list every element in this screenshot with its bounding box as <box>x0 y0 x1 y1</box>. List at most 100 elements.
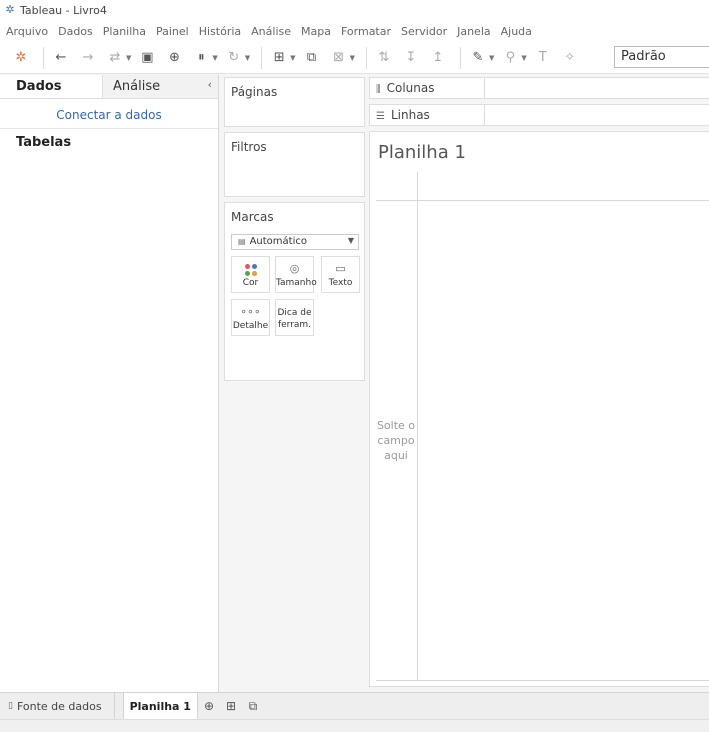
menu-mapa[interactable]: Mapa <box>301 25 331 38</box>
size-icon: ◎ <box>289 262 300 275</box>
menu-ajuda[interactable]: Ajuda <box>501 25 532 38</box>
sort-descending-icon[interactable]: ↥ <box>427 47 449 69</box>
chevron-down-icon: ▼ <box>347 236 354 245</box>
pin-axes-icon[interactable]: ✧ <box>559 47 581 69</box>
swap-rows-columns-icon[interactable]: ⇅ <box>373 47 395 69</box>
save-icon[interactable]: ▣ <box>136 47 158 69</box>
pages-card[interactable]: Páginas <box>224 77 365 127</box>
marks-card-title: Marcas <box>231 210 274 224</box>
tables-heading: Tabelas <box>16 135 72 150</box>
chevron-down-icon[interactable]: ▼ <box>212 54 217 62</box>
status-bar <box>0 719 709 732</box>
menu-analise[interactable]: Análise <box>251 25 291 38</box>
detail-icon: ∘∘∘ <box>240 305 261 318</box>
sheet-tabs-bar: ▯ Fonte de dados Planilha 1 ⊕ ⊞ ⧉ <box>0 692 709 719</box>
toolbar-separator <box>459 46 461 69</box>
menu-planilha[interactable]: Planilha <box>103 25 146 38</box>
new-data-source-icon[interactable]: ⊕ <box>163 47 185 69</box>
chevron-down-icon[interactable]: ▼ <box>350 54 355 62</box>
sheet-title[interactable]: Planilha 1 <box>378 142 466 163</box>
columns-shelf-label: ⫼ Colunas <box>370 78 485 98</box>
columns-shelf-text: Colunas <box>386 81 435 95</box>
highlight-icon[interactable]: ✎ <box>467 47 489 69</box>
rows-shelf[interactable]: ☰ Linhas <box>369 104 709 126</box>
drop-hint-line-2: campo <box>377 434 415 447</box>
toolbar-separator <box>365 46 367 69</box>
new-worksheet-icon[interactable]: ⊕ <box>198 693 220 719</box>
text-button-label: Texto <box>328 278 353 288</box>
refresh-icon[interactable]: ↻ <box>223 47 245 69</box>
group-members-icon[interactable]: ⚲ <box>499 47 521 69</box>
clear-sheet-icon[interactable]: ⊠ <box>328 47 350 69</box>
text-icon: ▭ <box>335 262 346 275</box>
automatic-mark-icon: ▤ <box>238 237 246 246</box>
tooltip-button[interactable]: Dica de ferram. <box>275 299 314 336</box>
sheet-tab-planilha-1[interactable]: Planilha 1 <box>122 693 198 719</box>
chevron-down-icon[interactable]: ▼ <box>245 54 250 62</box>
menu-servidor[interactable]: Servidor <box>401 25 447 38</box>
pause-updates-icon[interactable]: ⏸ <box>190 47 212 69</box>
window-title: Tableau - Livro4 <box>20 3 107 17</box>
menu-dados[interactable]: Dados <box>58 25 93 38</box>
cards-pane: Páginas Filtros Marcas ▤ Automático ▼ Cor… <box>220 75 368 692</box>
detail-button-label: Detalhe <box>232 321 269 331</box>
connect-to-data-link[interactable]: Conectar a dados <box>0 99 218 129</box>
drop-field-hint[interactable]: Solte o campo aqui <box>374 418 418 463</box>
duplicate-sheet-icon[interactable]: ⧉ <box>301 47 323 69</box>
mark-type-dropdown[interactable]: ▤ Automático ▼ <box>231 234 359 250</box>
color-button[interactable]: Cor <box>231 256 270 293</box>
tooltip-button-label-2: ferram. <box>277 320 312 330</box>
menu-historia[interactable]: História <box>199 25 241 38</box>
data-source-tab[interactable]: ▯ Fonte de dados <box>0 693 115 719</box>
menu-painel[interactable]: Painel <box>156 25 189 38</box>
filters-card[interactable]: Filtros <box>224 132 365 197</box>
swap-icon[interactable]: ⇄ <box>104 47 126 69</box>
mark-type-value: Automático <box>249 236 307 247</box>
columns-shelf[interactable]: ⫼ Colunas <box>369 77 709 99</box>
view-canvas[interactable]: Planilha 1 Solte o campo aqui <box>369 131 709 687</box>
menu-arquivo[interactable]: Arquivo <box>6 25 48 38</box>
data-pane-tabs: Dados Análise ‹ <box>0 75 218 99</box>
title-bar: ✲ Tableau - Livro4 <box>0 0 709 20</box>
tab-dados[interactable]: Dados <box>0 75 102 98</box>
toolbar-separator <box>43 46 44 69</box>
chevron-down-icon[interactable]: ▼ <box>521 54 526 62</box>
data-source-tab-label: Fonte de dados <box>16 699 102 713</box>
chevron-left-icon[interactable]: ‹ <box>208 78 212 91</box>
new-story-icon[interactable]: ⧉ <box>242 693 264 719</box>
size-button-label: Tamanho <box>276 278 317 288</box>
chevron-down-icon[interactable]: ▼ <box>489 54 494 62</box>
marks-card: Marcas ▤ Automático ▼ Cor ◎ Tamanho ▭ Tex… <box>224 202 365 381</box>
pages-card-title: Páginas <box>231 85 278 99</box>
tab-analise[interactable]: Análise ‹ <box>102 75 218 98</box>
divider <box>376 200 709 201</box>
menu-janela[interactable]: Janela <box>457 25 491 38</box>
rows-icon: ☰ <box>376 111 385 122</box>
size-button[interactable]: ◎ Tamanho <box>275 256 317 293</box>
toolbar: ✲ ← → ⇄ ▼ ▣ ⊕ ⏸ ▼ ↻ ▼ ⊞ ▼ ⧉ ⊠ ▼ ⇅ ↧ ↥ ✎ ▼ ⚲ ▼ T… <box>0 42 709 74</box>
data-pane: Dados Análise ‹ Conectar a dados Tabelas <box>0 75 219 692</box>
show-mark-labels-icon[interactable]: T <box>532 47 554 69</box>
detail-button[interactable]: ∘∘∘ Detalhe <box>231 299 270 336</box>
tab-analise-label: Análise <box>113 79 161 94</box>
menu-formatar[interactable]: Formatar <box>341 25 391 38</box>
columns-icon: ⫼ <box>376 84 381 95</box>
fit-select[interactable]: Padrão <box>614 46 709 68</box>
color-button-label: Cor <box>242 278 259 288</box>
chevron-down-icon[interactable]: ▼ <box>290 54 295 62</box>
sort-ascending-icon[interactable]: ↧ <box>400 47 422 69</box>
filters-card-title: Filtros <box>231 140 267 154</box>
new-dashboard-icon[interactable]: ⊞ <box>220 693 242 719</box>
chevron-down-icon[interactable]: ▼ <box>126 54 131 62</box>
color-dots-icon <box>232 260 269 278</box>
redo-icon[interactable]: → <box>77 47 99 69</box>
tableau-home-icon[interactable]: ✲ <box>10 47 32 69</box>
new-worksheet-icon[interactable]: ⊞ <box>268 47 290 69</box>
undo-icon[interactable]: ← <box>50 47 72 69</box>
tooltip-button-label-1: Dica de <box>277 308 312 318</box>
divider <box>376 680 709 681</box>
database-icon: ▯ <box>8 701 13 711</box>
rows-shelf-text: Linhas <box>390 108 430 122</box>
text-button[interactable]: ▭ Texto <box>321 256 360 293</box>
drop-hint-line-1: Solte o <box>376 419 416 432</box>
